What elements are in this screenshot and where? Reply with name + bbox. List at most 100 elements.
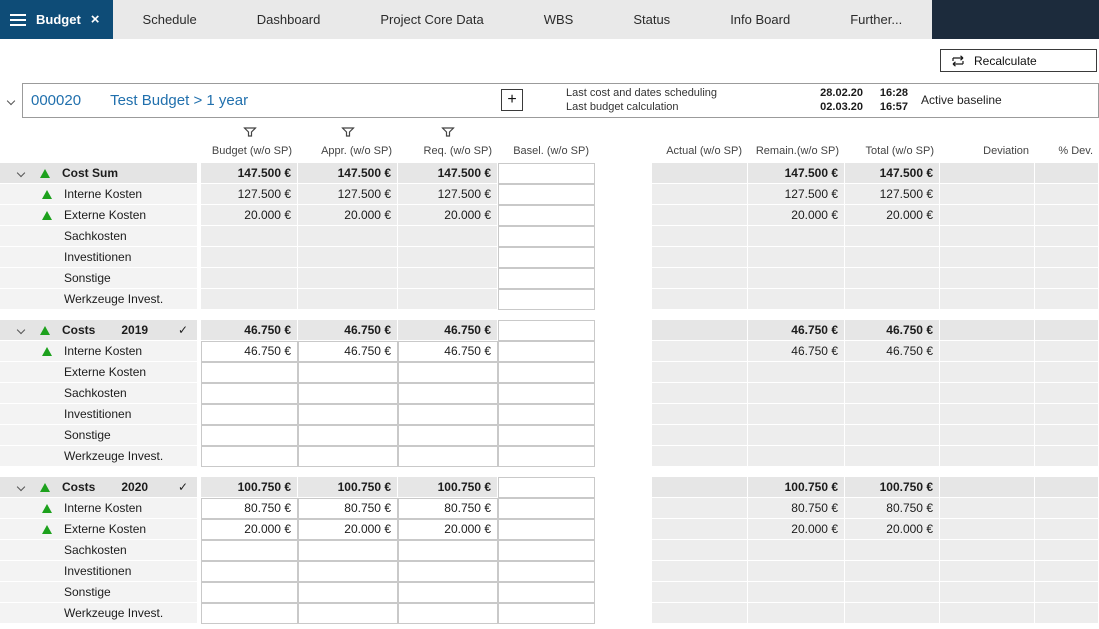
cell-req[interactable]: 46.750 € [398,341,498,362]
cell-basel[interactable] [498,383,595,404]
cell-budget[interactable] [201,446,298,467]
cell-appr [298,268,398,289]
cell-req[interactable] [398,446,498,467]
recalculate-button[interactable]: Recalculate [940,49,1097,72]
cell-remain: 100.750 € [748,477,845,498]
tab-budget-active[interactable]: Budget × [0,0,113,39]
cell-req[interactable] [398,603,498,624]
cell-remain [748,561,845,582]
cell-req[interactable] [398,383,498,404]
spacer-cell [595,540,652,561]
cell-req[interactable]: 20.000 € [398,519,498,540]
spacer-cell [595,247,652,268]
cell-appr[interactable]: 46.750 € [298,341,398,362]
add-button[interactable]: + [501,89,523,111]
cell-total: 46.750 € [845,320,940,341]
tab-schedule[interactable]: Schedule [113,0,227,39]
cell-pdev [1035,498,1099,519]
tab-project-core-data[interactable]: Project Core Data [350,0,513,39]
cell-req[interactable] [398,425,498,446]
menu-icon[interactable] [10,14,26,26]
cell-budget[interactable] [201,603,298,624]
cell-budget[interactable]: 20.000 € [201,519,298,540]
cell-basel[interactable] [498,362,595,383]
cell-dev [940,247,1035,268]
filter-icon[interactable] [243,124,256,142]
cell-req[interactable] [398,540,498,561]
expand-chevron-icon[interactable] [18,170,30,176]
cell-appr[interactable] [298,540,398,561]
column-header-label: Actual (w/o SP) [666,145,742,157]
detail-row: Werkzeuge Invest. [0,446,1099,467]
cell-basel[interactable] [498,519,595,540]
cell-appr[interactable] [298,404,398,425]
cell-budget[interactable] [201,425,298,446]
cell-basel[interactable] [498,498,595,519]
cell-dev [940,268,1035,289]
cell-dev [940,404,1035,425]
cell-total [845,582,940,603]
spacer-cell [595,404,652,425]
cell-req[interactable] [398,582,498,603]
cell-basel[interactable] [498,540,595,561]
tab-status[interactable]: Status [603,0,700,39]
filter-icon[interactable] [442,124,455,142]
cell-appr[interactable] [298,446,398,467]
cell-appr[interactable] [298,582,398,603]
detail-row: Externe Kosten [0,362,1099,383]
cell-appr[interactable] [298,362,398,383]
cell-req [398,289,498,310]
cell-basel[interactable] [498,561,595,582]
cell-appr: 127.500 € [298,184,398,205]
cell-budget[interactable] [201,582,298,603]
cell-budget[interactable] [201,540,298,561]
cell-appr[interactable]: 20.000 € [298,519,398,540]
cell-appr[interactable] [298,561,398,582]
cell-req[interactable] [398,561,498,582]
cell-budget[interactable] [201,362,298,383]
close-icon[interactable]: × [91,12,100,27]
cell-appr[interactable] [298,425,398,446]
checkmark-icon[interactable]: ✓ [178,323,188,337]
collapse-chevron-icon[interactable] [0,83,22,118]
cell-basel[interactable] [498,425,595,446]
cell-actual [652,446,748,467]
status-indicator-icon [42,347,52,356]
cell-basel[interactable] [498,603,595,624]
cell-actual [652,561,748,582]
cell-budget[interactable] [201,383,298,404]
cell-budget[interactable]: 46.750 € [201,341,298,362]
cell-req[interactable]: 80.750 € [398,498,498,519]
filter-icon[interactable] [342,124,355,142]
tab-wbs[interactable]: WBS [514,0,604,39]
cell-basel[interactable] [498,582,595,603]
cell-budget[interactable]: 80.750 € [201,498,298,519]
tab-dashboard[interactable]: Dashboard [227,0,351,39]
cell-budget[interactable] [201,561,298,582]
tab-further[interactable]: Further... [820,0,932,39]
cell-req[interactable] [398,404,498,425]
cell-req[interactable] [398,362,498,383]
expand-chevron-icon[interactable] [18,484,30,490]
cell-dev [940,341,1035,362]
cell-pdev [1035,603,1099,624]
expand-chevron-icon[interactable] [18,327,30,333]
cell-basel[interactable] [498,341,595,362]
cell-basel[interactable] [498,404,595,425]
cell-appr[interactable] [298,603,398,624]
cell-budget[interactable] [201,404,298,425]
cell-actual [652,498,748,519]
cell-pdev [1035,205,1099,226]
cell-appr[interactable] [298,383,398,404]
checkmark-icon[interactable]: ✓ [178,480,188,494]
cell-basel[interactable] [498,446,595,467]
cell-budget: 20.000 € [201,205,298,226]
tab-info-board[interactable]: Info Board [700,0,820,39]
detail-row: Interne Kosten127.500 €127.500 €127.500 … [0,184,1099,205]
cell-req: 20.000 € [398,205,498,226]
cell-appr[interactable]: 80.750 € [298,498,398,519]
spacer-cell [595,519,652,540]
cell-actual [652,383,748,404]
column-header-label: Appr. (w/o SP) [321,145,392,157]
cell-remain [748,404,845,425]
